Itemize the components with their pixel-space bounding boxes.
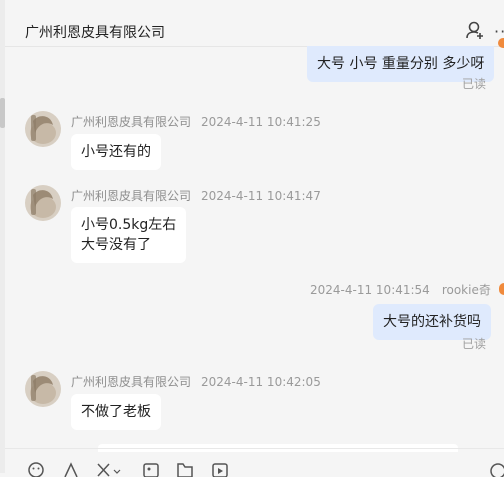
sender-name: rookie奇 bbox=[441, 283, 491, 297]
message-icon[interactable] bbox=[489, 461, 504, 477]
sender-name: 广州利恩皮具有限公司 bbox=[71, 189, 192, 203]
video-icon[interactable] bbox=[211, 461, 229, 477]
chat-header: 广州利恩皮具有限公司 ··· bbox=[5, 0, 504, 48]
message-meta: 广州利恩皮具有限公司 2024-4-11 10:41:47 bbox=[71, 187, 321, 204]
message-bubble-other[interactable]: 小号还有的 bbox=[71, 134, 161, 170]
message-time: 2024-4-11 10:41:47 bbox=[201, 189, 321, 203]
sender-avatar[interactable] bbox=[25, 371, 61, 407]
read-status: 已读 bbox=[462, 337, 487, 351]
sender-avatar[interactable] bbox=[25, 185, 61, 221]
message-text: 大号 小号 重量分别 多少呀 bbox=[317, 56, 485, 72]
left-scroll-strip[interactable] bbox=[0, 0, 5, 473]
sender-avatar[interactable] bbox=[25, 111, 61, 147]
sender-name: 广州利恩皮具有限公司 bbox=[71, 375, 192, 389]
message-meta: 广州利恩皮具有限公司 2024-4-11 10:42:05 bbox=[71, 373, 321, 390]
message-text-line: 大号没有了 bbox=[81, 237, 151, 253]
message-text: 不做了老板 bbox=[81, 404, 151, 420]
side-indicator bbox=[499, 283, 504, 295]
image-icon[interactable] bbox=[142, 461, 160, 477]
avatar-image bbox=[25, 111, 61, 147]
emoji-icon[interactable] bbox=[27, 461, 45, 477]
user-profile-icon[interactable] bbox=[465, 20, 485, 40]
message-time: 2024-4-11 10:41:54 bbox=[310, 283, 430, 297]
folder-icon[interactable] bbox=[176, 461, 194, 477]
message-meta: 广州利恩皮具有限公司 2024-4-11 10:41:25 bbox=[71, 113, 321, 130]
scissors-icon[interactable] bbox=[95, 461, 121, 477]
message-text: 小号还有的 bbox=[81, 144, 151, 160]
chat-title: 广州利恩皮具有限公司 bbox=[25, 25, 165, 41]
message-text: 大号的还补货吗 bbox=[383, 314, 481, 330]
message-bubble-other[interactable]: 小号0.5kg左右 大号没有了 bbox=[71, 207, 187, 263]
message-bubble-other[interactable]: 不做了老板 bbox=[71, 394, 161, 430]
text-format-icon[interactable] bbox=[62, 461, 80, 477]
message-text-line: 小号0.5kg左右 bbox=[81, 217, 177, 233]
message-time: 2024-4-11 10:42:05 bbox=[201, 375, 321, 389]
sender-name: 广州利恩皮具有限公司 bbox=[71, 115, 192, 129]
avatar-image bbox=[25, 371, 61, 407]
input-toolbar bbox=[5, 448, 504, 477]
side-indicator bbox=[498, 38, 504, 48]
read-status: 已读 bbox=[462, 77, 487, 91]
message-meta: 2024-4-11 10:41:54 rookie奇 bbox=[310, 281, 491, 298]
left-scroll-thumb[interactable] bbox=[0, 98, 5, 128]
message-time: 2024-4-11 10:41:25 bbox=[201, 115, 321, 129]
avatar-image bbox=[25, 185, 61, 221]
